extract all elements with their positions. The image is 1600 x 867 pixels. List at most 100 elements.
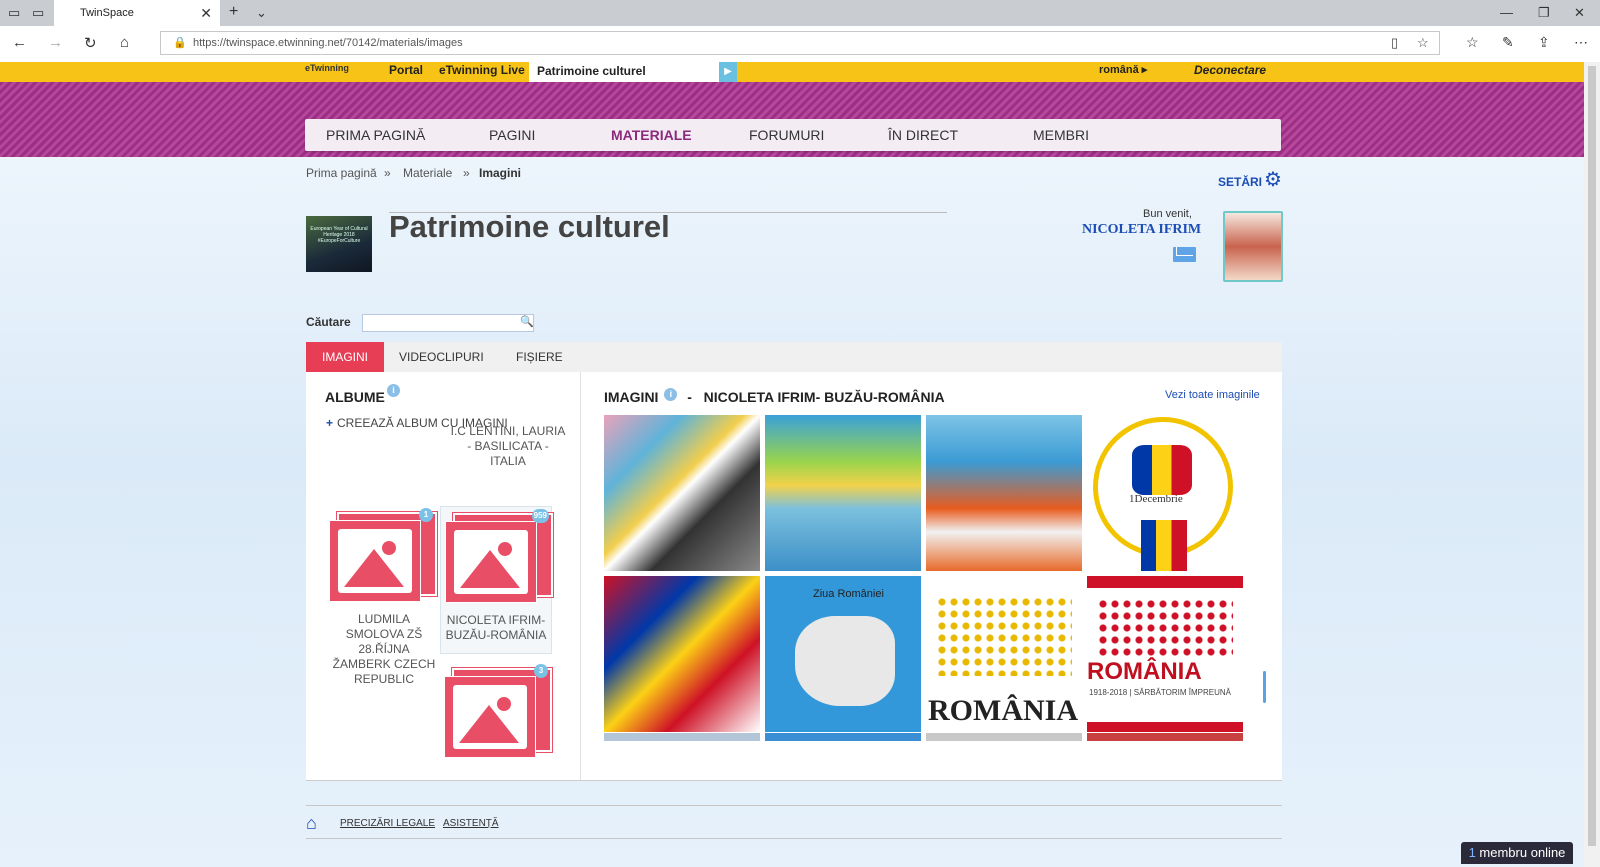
album-label-partial[interactable]: I.C LENTINI, LAURIA - BASILICATA - ITALI… [450,424,566,469]
avatar[interactable] [1223,211,1283,282]
image-thumbnail[interactable] [604,415,760,571]
album-card[interactable]: 1 LUDMILA SMOLOVA ZŠ 28.ŘÍJNA ŽAMBERK CZ… [329,508,439,687]
image-thumbnail[interactable]: ROMÂNIA [926,576,1082,732]
image-thumbnail[interactable] [604,576,760,732]
welcome-text: Bun venit, [1143,208,1192,220]
restore-icon[interactable]: ❐ [1538,5,1550,21]
logout-link[interactable]: Deconectare [1194,63,1266,77]
album-thumbnail: 1 [329,508,437,602]
albums-title: ALBUME [325,389,385,405]
menu-item-materials[interactable]: MATERIALE [611,127,692,143]
menu-item-pages[interactable]: PAGINI [489,127,535,143]
forward-icon[interactable]: → [48,34,63,51]
more-icon[interactable]: ⋯ [1574,34,1588,51]
favorites-icon[interactable]: ☆ [1466,34,1479,51]
close-tab-icon[interactable]: ✕ [200,0,212,26]
online-members-button[interactable]: 1 membru online [1461,842,1573,864]
album-thumbnail: 3 [444,664,552,758]
page: eTwinning Portal eTwinning Live Patrimoi… [0,62,1584,867]
language-select[interactable]: română ▸ [1099,63,1147,76]
main-menu: PRIMA PAGINĂ PAGINI MATERIALE FORUMURI Î… [305,119,1281,151]
breadcrumb-separator: » [384,166,391,180]
tab-images[interactable]: IMAGINI [306,342,384,372]
image-thumbnail[interactable] [926,733,1082,741]
pen-icon[interactable]: ✎ [1502,34,1514,51]
scrollbar-thumb[interactable] [1588,66,1596,846]
image-thumbnail[interactable] [765,733,921,741]
home-icon[interactable]: ⌂ [306,813,317,834]
album-count-badge: 1 [419,508,433,522]
breadcrumb-separator: » [463,166,470,180]
help-link[interactable]: ASISTENȚĂ [443,818,499,829]
panel-divider [580,372,581,780]
footer-divider [306,838,1282,839]
etwinning-logo[interactable]: eTwinning [305,63,349,73]
refresh-icon[interactable]: ↻ [84,34,97,52]
tab-preview-icon[interactable]: ▭ [32,5,44,21]
image-placeholder-icon [444,676,536,758]
tab-videos[interactable]: VIDEOCLIPURI [399,350,484,364]
share-icon[interactable]: ⇪ [1538,34,1550,51]
new-tab-icon[interactable]: + [229,3,238,21]
browser-tab[interactable]: TwinSpace ✕ [54,0,220,26]
close-window-icon[interactable]: ✕ [1574,5,1585,21]
header-banner: PRIMA PAGINĂ PAGINI MATERIALE FORUMURI Î… [0,82,1584,157]
url-text: https://twinspace.etwinning.net/70142/ma… [193,37,463,49]
back-icon[interactable]: ← [12,34,27,51]
user-name-link[interactable]: NICOLETA IFRIM [1082,222,1201,238]
menu-item-forums[interactable]: FORUMURI [749,127,824,143]
info-icon[interactable]: i [664,388,678,401]
create-album-button[interactable]: + CREEAZĂ ALBUM CU IMAGINI [326,416,508,430]
materials-tabs: IMAGINI VIDEOCLIPURI FIȘIERE [306,342,1282,372]
portal-link[interactable]: Portal [389,63,423,77]
breadcrumb-current: Imagini [479,166,522,180]
search-icon[interactable]: 🔍 [520,315,534,328]
settings-link[interactable]: SETĂRI [1218,175,1262,189]
image-thumbnail[interactable] [1087,733,1243,741]
image-grid: 1Decembrie Ziua României ROMÂNIA ROMÂNIA… [604,415,1244,741]
page-title: Patrimoine culturel [389,209,670,244]
mail-icon[interactable] [1173,247,1196,262]
image-thumbnail[interactable]: Ziua României [765,576,921,732]
image-thumbnail[interactable] [765,415,921,571]
info-icon[interactable]: i [387,384,400,397]
menu-item-members[interactable]: MEMBRI [1033,127,1089,143]
album-label: NICOLETA IFRIM- BUZĂU-ROMÂNIA [445,613,547,642]
etwinning-live-link[interactable]: eTwinning Live [439,63,525,77]
reading-view-icon[interactable]: ▯ [1391,32,1398,54]
home-icon[interactable]: ⌂ [120,34,129,51]
images-section-title: IMAGINI i - NICOLETA IFRIM- BUZĂU-ROMÂNI… [604,388,945,405]
current-space-select[interactable]: Patrimoine culturel [529,62,719,82]
play-arrow-icon[interactable]: ▶ [719,62,737,82]
breadcrumb-home[interactable]: Prima pagină [306,166,377,180]
image-thumbnail[interactable] [926,415,1082,571]
url-field[interactable]: 🔒 https://twinspace.etwinning.net/70142/… [160,31,1440,55]
gear-icon[interactable]: ⚙ [1264,167,1282,192]
album-card-selected[interactable]: 959 NICOLETA IFRIM- BUZĂU-ROMÂNIA [440,506,553,654]
album-label: LUDMILA SMOLOVA ZŠ 28.ŘÍJNA ŽAMBERK CZEC… [332,612,436,686]
tab-title: TwinSpace [80,7,134,19]
album-card[interactable]: 3 [444,664,554,758]
breadcrumb-materials[interactable]: Materiale [403,166,452,180]
legal-notice-link[interactable]: PRECIZĂRI LEGALE [340,818,435,829]
image-thumbnail[interactable]: 1Decembrie [1087,415,1243,571]
footer-divider [306,805,1282,806]
search-input[interactable] [362,314,534,332]
plus-icon: + [326,416,334,430]
tab-actions-icon[interactable]: ▭ [8,5,20,21]
album-count-badge: 959 [531,509,549,523]
tab-files[interactable]: FIȘIERE [516,350,563,364]
menu-item-home[interactable]: PRIMA PAGINĂ [326,127,425,143]
image-placeholder-icon [329,520,421,602]
menu-item-live[interactable]: ÎN DIRECT [888,127,958,143]
address-bar-row: ← → ↻ ⌂ 🔒 https://twinspace.etwinning.ne… [0,26,1600,63]
favorite-star-icon[interactable]: ☆ [1417,32,1429,54]
image-thumbnail[interactable]: ROMÂNIA 1918-2018 | SĂRBĂTORIM ÎMPREUNĂ [1087,576,1243,732]
minimize-icon[interactable]: — [1500,5,1513,20]
page-scrollbar[interactable] [1584,62,1600,867]
image-grid-scrollbar[interactable] [1263,671,1266,703]
space-logo[interactable]: European Year of Cultural Heritage 2018 … [306,216,372,272]
see-all-images-link[interactable]: Vezi toate imaginile [1165,389,1260,401]
chevron-down-icon[interactable]: ⌄ [256,5,267,21]
image-thumbnail[interactable] [604,733,760,741]
